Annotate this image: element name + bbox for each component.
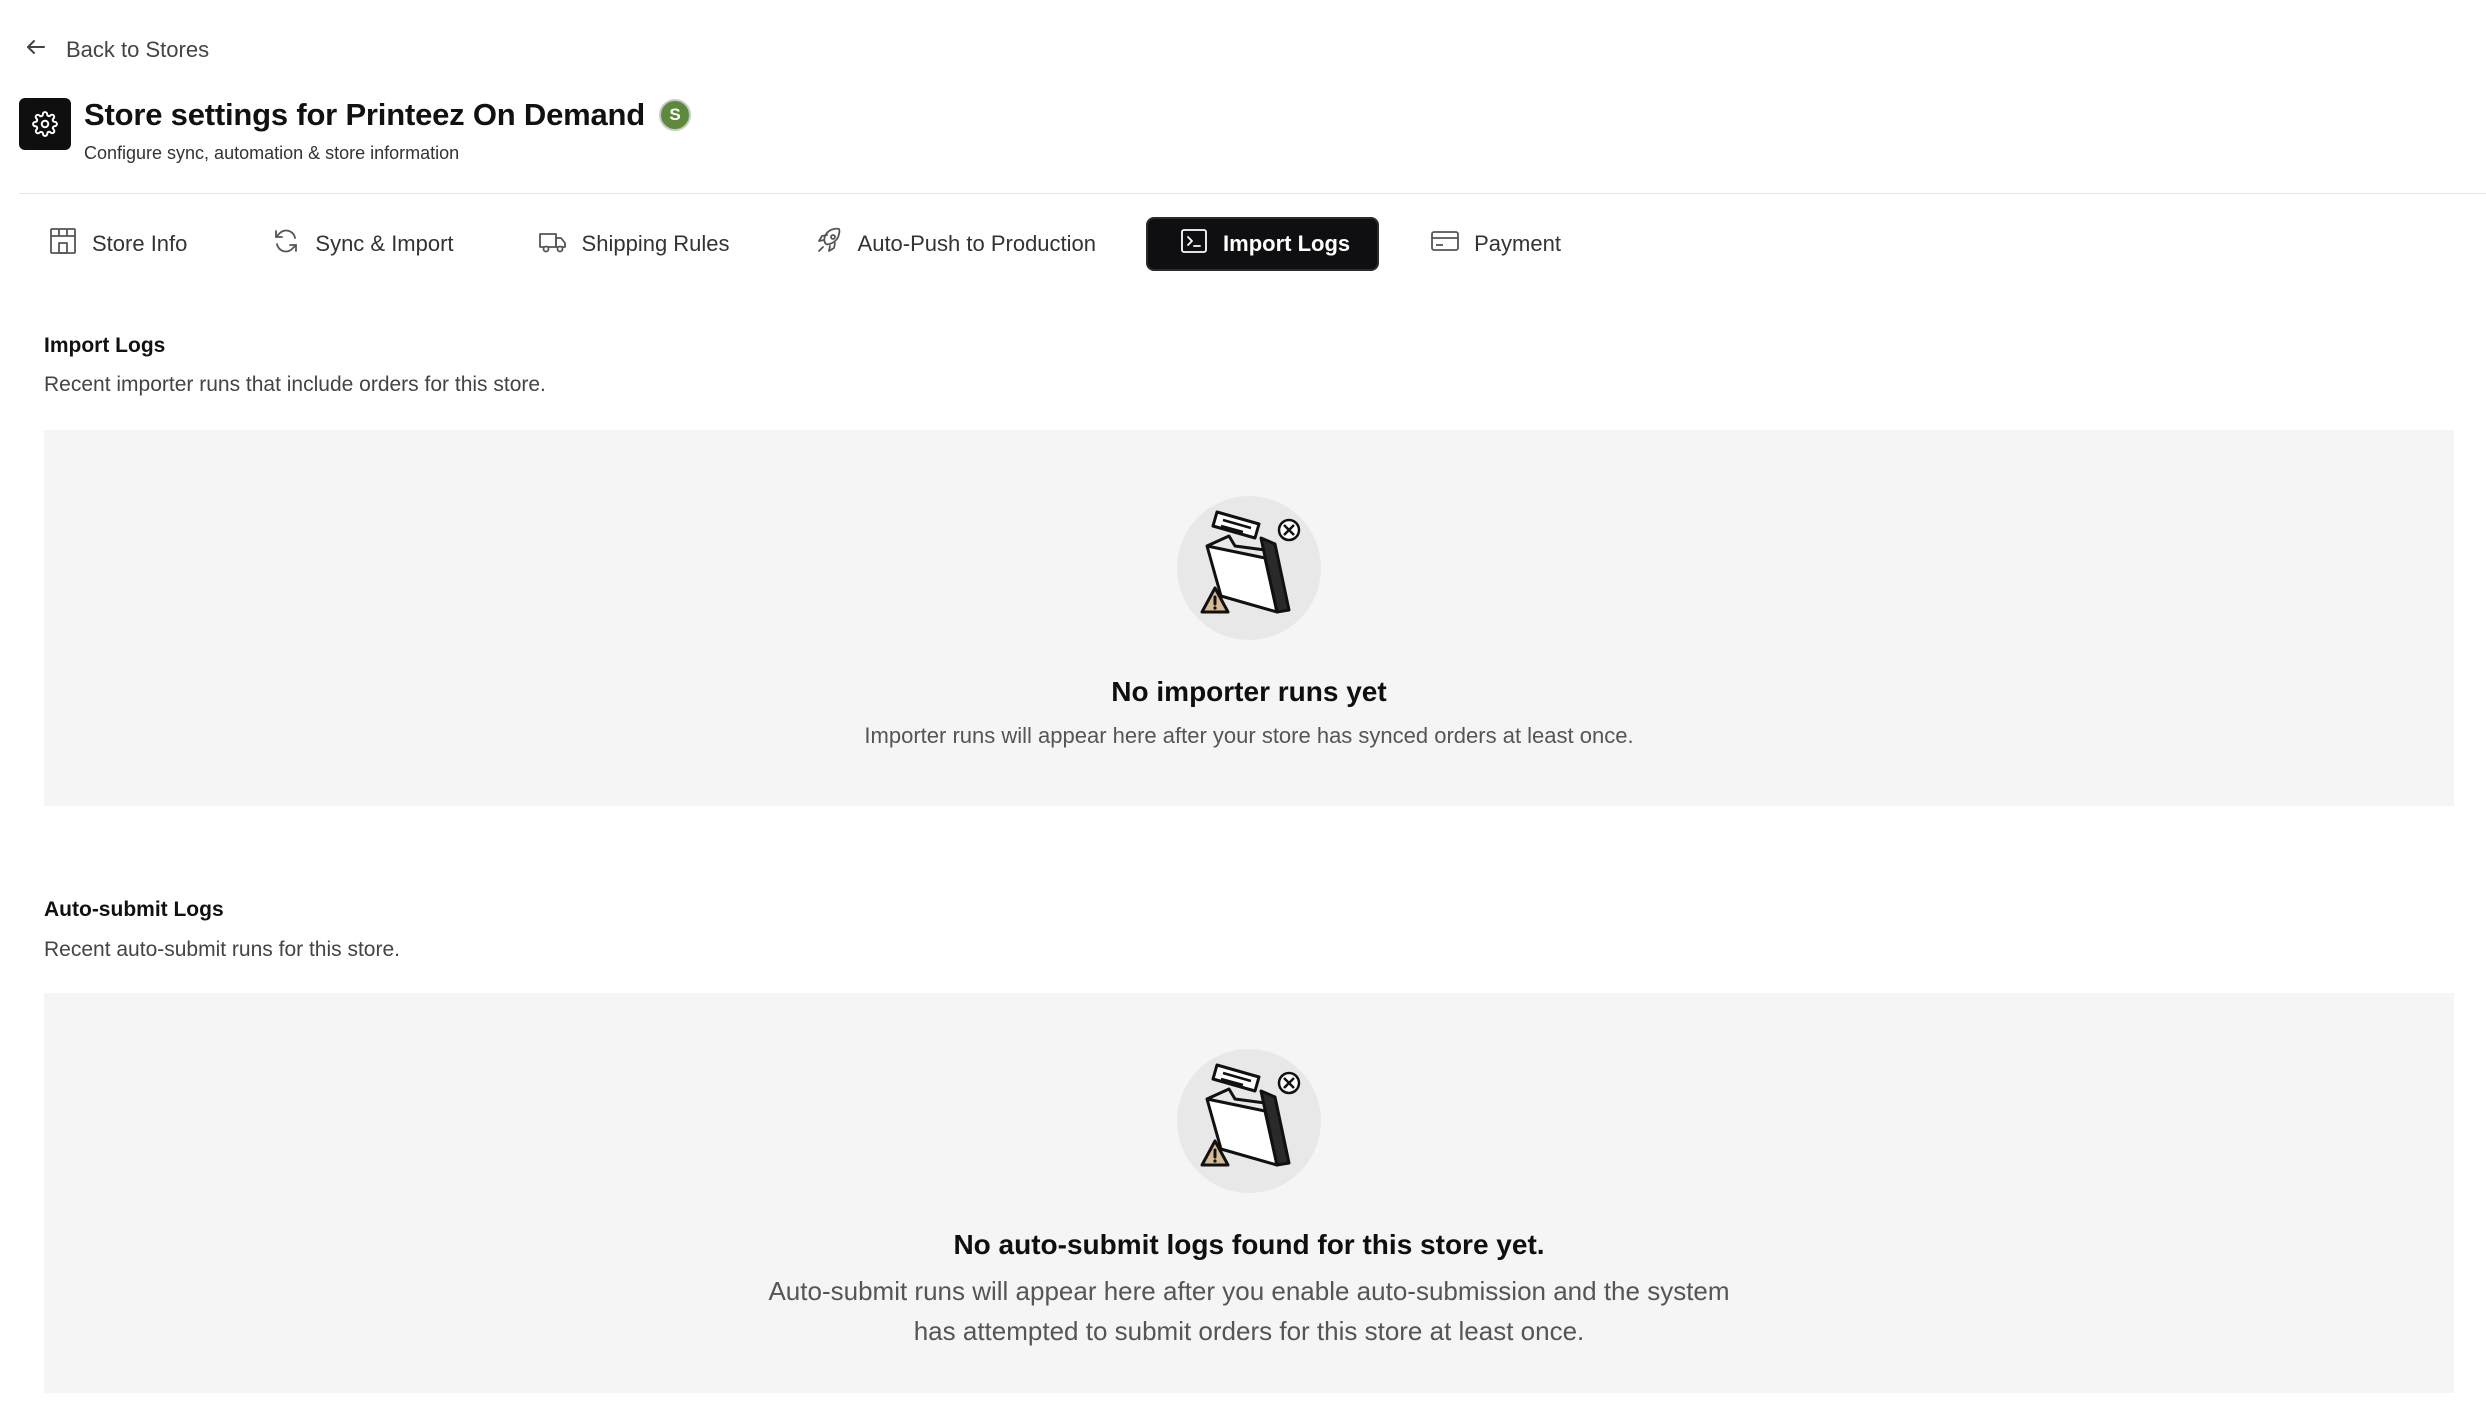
- back-link-label: Back to Stores: [66, 37, 210, 62]
- import-logs-empty-title: No importer runs yet: [1111, 676, 1387, 707]
- auto-submit-logs-title: Auto-submit Logs: [44, 898, 224, 921]
- import-logs-description: Recent importer runs that include orders…: [44, 373, 546, 396]
- credit-card-icon: [1430, 226, 1460, 262]
- arrow-left-icon: [24, 35, 48, 65]
- tab-import-logs[interactable]: Import Logs: [1148, 219, 1378, 269]
- refresh-icon: [271, 226, 301, 262]
- tab-label: Sync & Import: [315, 231, 454, 256]
- tab-shipping-rules[interactable]: Shipping Rules: [534, 219, 734, 269]
- auto-submit-logs-empty-title: No auto-submit logs found for this store…: [953, 1229, 1545, 1260]
- tab-label: Auto-Push to Production: [857, 231, 1097, 256]
- tab-auto-push[interactable]: Auto-Push to Production: [810, 219, 1100, 269]
- back-to-stores-link[interactable]: Back to Stores: [24, 32, 209, 68]
- rocket-icon: [814, 226, 844, 262]
- auto-submit-logs-empty-description-line-2: has attempted to submit orders for this …: [913, 1316, 1585, 1346]
- tab-payment[interactable]: Payment: [1426, 219, 1565, 269]
- tab-label: Payment: [1474, 231, 1561, 256]
- page-subtitle: Configure sync, automation & store infor…: [84, 143, 460, 163]
- import-logs-empty-description: Importer runs will appear here after you…: [864, 723, 1634, 748]
- page-header: Store settings for Printeez On Demand S …: [19, 93, 692, 164]
- header-divider: [19, 193, 2486, 194]
- page-title: Store settings for Printeez On Demand: [84, 97, 646, 132]
- shopify-icon: S: [659, 99, 692, 131]
- auto-submit-logs-description: Recent auto-submit runs for this store.: [44, 938, 400, 961]
- import-logs-title: Import Logs: [44, 334, 166, 357]
- tab-label: Shipping Rules: [581, 231, 730, 256]
- truck-icon: [538, 226, 568, 262]
- empty-folder-icon: [1177, 1049, 1321, 1193]
- auto-submit-logs-empty-state: No auto-submit logs found for this store…: [44, 993, 2454, 1393]
- tab-store-info[interactable]: Store Info: [44, 219, 191, 269]
- tab-label: Store Info: [92, 231, 188, 256]
- empty-folder-icon: [1177, 496, 1321, 640]
- gear-icon: [19, 98, 71, 150]
- import-logs-empty-state: No importer runs yet Importer runs will …: [44, 430, 2454, 806]
- store-icon: [48, 226, 78, 262]
- tab-sync-import[interactable]: Sync & Import: [267, 219, 457, 269]
- settings-tabs: Store Info Sync & Import Shipping Rules: [44, 219, 1565, 269]
- tab-label: Import Logs: [1223, 231, 1351, 256]
- auto-submit-logs-empty-description-line-1: Auto-submit runs will appear here after …: [768, 1276, 1730, 1306]
- terminal-icon: [1179, 226, 1209, 262]
